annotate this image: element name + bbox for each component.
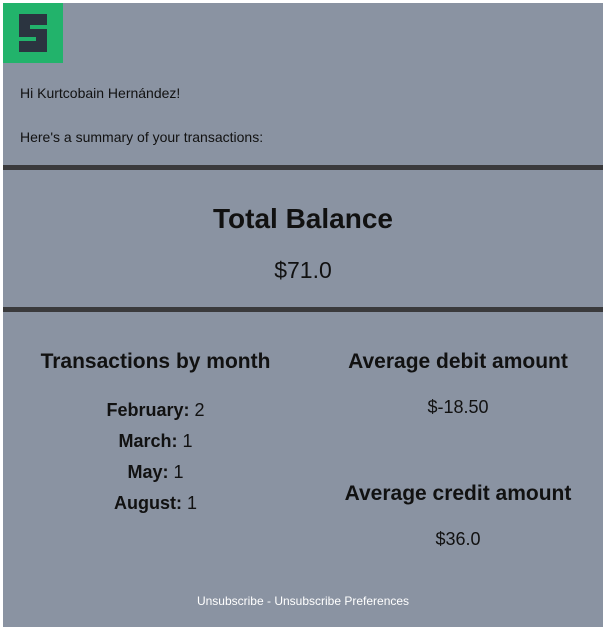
- intro-text: Here's a summary of your transactions:: [20, 129, 264, 145]
- month-label: March:: [118, 431, 178, 451]
- month-label: August:: [113, 493, 182, 513]
- month-item: August: 1: [3, 488, 308, 519]
- total-balance-value: $71.0: [274, 257, 332, 283]
- total-balance-title: Total Balance: [213, 203, 393, 234]
- month-count: 2: [194, 400, 205, 420]
- greeting-text: Hi Kurtcobain Hernández!: [20, 85, 181, 101]
- brand-logo: [3, 3, 63, 63]
- month-item: February: 2: [3, 395, 308, 426]
- average-debit-title: Average debit amount: [348, 350, 568, 373]
- month-label: February:: [106, 400, 190, 420]
- month-count: 1: [182, 431, 193, 451]
- month-count: 1: [186, 493, 197, 513]
- month-item: March: 1: [3, 426, 308, 457]
- month-list: February: 2 March: 1 May: 1 August: 1: [3, 395, 308, 519]
- month-label: May:: [127, 462, 169, 482]
- transactions-by-month-title: Transactions by month: [40, 350, 271, 373]
- footer-links: Unsubscribe - Unsubscribe Preferences: [3, 594, 603, 608]
- month-count: 1: [173, 462, 184, 482]
- logo-mark-icon: [19, 14, 47, 52]
- unsubscribe-preferences-link[interactable]: Unsubscribe Preferences: [274, 594, 409, 608]
- averages-section: Average debit amount $-18.50 Average cre…: [308, 349, 606, 549]
- average-credit-value: $36.0: [435, 529, 481, 549]
- divider: [3, 165, 603, 170]
- average-credit-title: Average credit amount: [344, 482, 572, 505]
- unsubscribe-link[interactable]: Unsubscribe: [197, 594, 264, 608]
- footer-separator: -: [263, 594, 275, 608]
- average-debit-value: $-18.50: [427, 397, 489, 417]
- divider: [3, 307, 603, 312]
- month-item: May: 1: [3, 457, 308, 488]
- email-card: Hi Kurtcobain Hernández! Here's a summar…: [3, 3, 603, 627]
- transactions-by-month-section: Transactions by month February: 2 March:…: [3, 349, 308, 519]
